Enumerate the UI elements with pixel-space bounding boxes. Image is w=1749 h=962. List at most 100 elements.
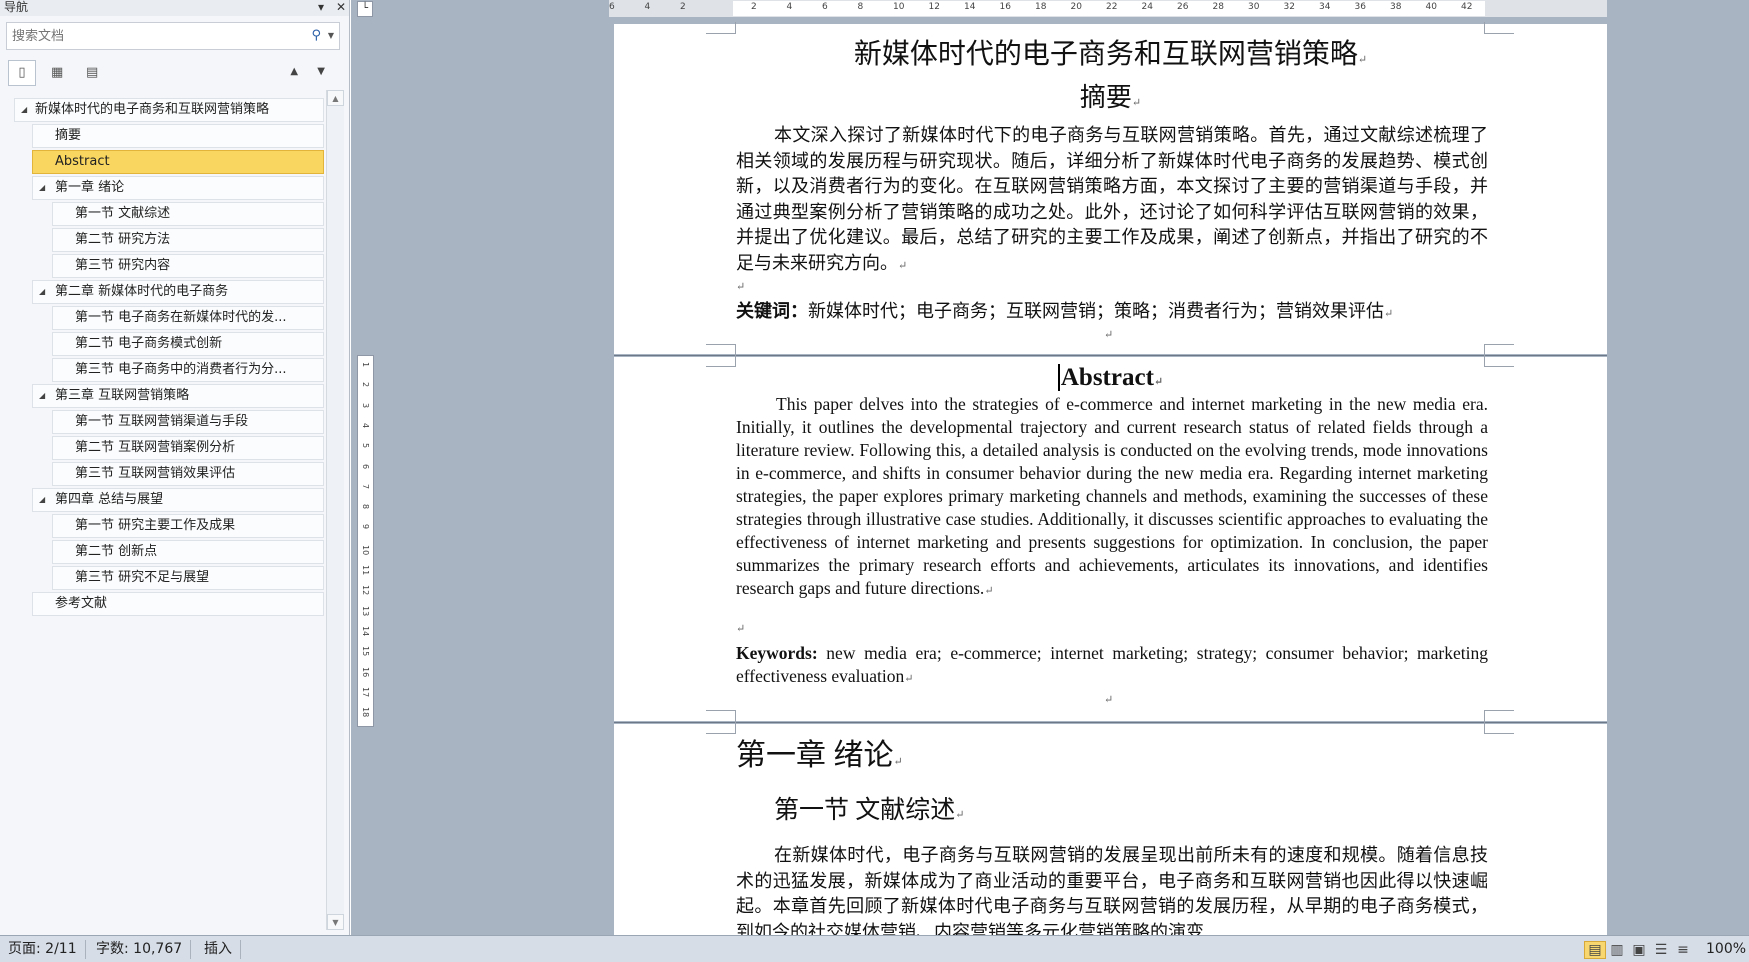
heading-tree-label: 第一节 研究主要工作及成果 xyxy=(75,518,236,533)
heading-tree-item[interactable]: ◢ 第二章 新媒体时代的电子商务 xyxy=(32,280,324,304)
heading-tree-item[interactable]: ◢ 新媒体时代的电子商务和互联网营销策略 xyxy=(14,98,324,122)
ruler-tick-label: 40 xyxy=(1425,2,1437,12)
ruler-tick-label: 2 xyxy=(751,2,757,12)
ruler-tick-label: 4 xyxy=(644,2,651,12)
heading-tree-item[interactable]: ◢ 第一章 绪论 xyxy=(32,176,324,200)
heading-tree-label: Abstract xyxy=(55,154,110,169)
document-page-2[interactable]: Abstract↵ This paper delves into the str… xyxy=(614,355,1607,722)
word-count[interactable]: 字数: 10,767 xyxy=(96,940,192,959)
ruler-tick-label: 14 xyxy=(361,625,370,637)
ruler-tick-label: 10 xyxy=(361,544,370,555)
document-page-3[interactable]: 第一章 绪论↵ 第一节 文献综述↵ 在新媒体时代，电子商务与互联网营销的发展呈现… xyxy=(614,722,1607,942)
ruler-tick-label: 9 xyxy=(361,524,370,530)
search-input[interactable] xyxy=(7,23,297,49)
heading-tree-label: 第三节 电子商务中的消费者行为分... xyxy=(75,362,287,377)
heading-tree-item[interactable]: 第二节 研究方法 xyxy=(52,228,324,252)
ruler-tick-label: 2 xyxy=(361,382,370,388)
expand-collapse-icon[interactable]: ◢ xyxy=(39,281,45,303)
expand-collapse-icon[interactable]: ◢ xyxy=(39,385,45,407)
expand-collapse-icon[interactable]: ◢ xyxy=(39,489,45,511)
ruler-tick-label: 18 xyxy=(361,707,370,718)
abstract-zh-body: 本文深入探讨了新媒体时代下的电子商务与互联网营销策略。首先，通过文献综述梳理了相… xyxy=(736,125,1488,273)
heading-tree-item[interactable]: 第三节 电子商务中的消费者行为分... xyxy=(52,358,324,382)
abstract-en-body: This paper delves into the strategies of… xyxy=(736,394,1488,598)
expand-collapse-icon[interactable]: ◢ xyxy=(21,99,27,121)
ruler-tick-label: 13 xyxy=(361,605,370,616)
ruler-tick-label: 1 xyxy=(361,362,370,368)
chapter-1-heading: 第一章 绪论↵ xyxy=(736,739,903,772)
nav-pane-menu-icon[interactable]: ▾ xyxy=(318,0,324,15)
scroll-down-icon[interactable]: ▼ xyxy=(327,914,344,930)
heading-tree-item[interactable]: 第二节 创新点 xyxy=(52,540,324,564)
outline-icon[interactable]: ☰ xyxy=(1650,942,1672,958)
next-heading-icon[interactable]: ▼ xyxy=(317,66,325,77)
expand-collapse-icon[interactable]: ◢ xyxy=(39,177,45,199)
draft-icon[interactable]: ≡ xyxy=(1672,942,1694,958)
view-buttons: ▤ ▥ ▣ ☰ ≡ xyxy=(1584,941,1694,959)
ruler-tick-label: 14 xyxy=(964,2,976,12)
nav-scrollbar[interactable]: ▲ ▼ xyxy=(326,90,344,930)
heading-tree-label: 第四章 总结与展望 xyxy=(55,492,164,507)
nav-view-tabs: ▯ ▦ ▤ xyxy=(8,60,108,88)
heading-tree-item[interactable]: 第一节 文献综述 xyxy=(52,202,324,226)
heading-tree-item[interactable]: Abstract xyxy=(32,150,324,174)
heading-tree-item[interactable]: 第二节 互联网营销案例分析 xyxy=(52,436,324,460)
ruler-tick-label: 24 xyxy=(1141,2,1153,12)
ruler-tick-label: 4 xyxy=(361,422,370,428)
ruler-tick-label: 12 xyxy=(928,2,940,12)
nav-pane-header: 导航 ▾ ✕ xyxy=(0,0,349,16)
ruler-tick-label: 2 xyxy=(680,2,686,12)
pages-view-tab[interactable]: ▦ xyxy=(43,60,71,86)
print-layout-icon[interactable]: ▤ xyxy=(1584,941,1606,959)
vertical-ruler[interactable]: 1 2 3 4 5 6 7 8 9 10 11 12 13 14 15 16 17 18 xyxy=(357,355,374,727)
heading-tree-item[interactable]: ◢ 第三章 互联网营销策略 xyxy=(32,384,324,408)
heading-tree-item[interactable]: 第三节 研究不足与展望 xyxy=(52,566,324,590)
nav-arrows: ▲ ▼ xyxy=(274,66,325,77)
keywords-en: Keywords: new media era; e-commerce; int… xyxy=(736,643,1489,686)
heading-tree-label: 新媒体时代的电子商务和互联网营销策略 xyxy=(35,102,270,117)
heading-tree-label: 第三章 互联网营销策略 xyxy=(55,388,190,403)
previous-heading-icon[interactable]: ▲ xyxy=(290,66,298,77)
tab-stop-selector[interactable]: └ xyxy=(357,1,373,17)
heading-tree-item[interactable]: 第一节 研究主要工作及成果 xyxy=(52,514,324,538)
ruler-tick-label: 15 xyxy=(361,646,370,657)
heading-tree-label: 第三节 研究不足与展望 xyxy=(75,570,210,585)
heading-tree-label: 参考文献 xyxy=(55,596,108,611)
insert-mode[interactable]: 插入 xyxy=(204,940,241,959)
heading-tree-item[interactable]: 第三节 互联网营销效果评估 xyxy=(52,462,324,486)
headings-view-tab[interactable]: ▯ xyxy=(8,60,36,86)
ruler-tick-label: 16 xyxy=(361,666,370,677)
chevron-down-icon[interactable]: ▼ xyxy=(328,31,334,40)
horizontal-ruler[interactable]: 6 4 2 2 4 6 8 10 12 14 16 18 20 22 24 26 28 30 32 34 36 38 40 4… xyxy=(609,0,1607,17)
heading-tree-item[interactable]: ◢ 第四章 总结与展望 xyxy=(32,488,324,512)
heading-tree-item[interactable]: 第三节 研究内容 xyxy=(52,254,324,278)
heading-tree-item[interactable]: 第一节 互联网营销渠道与手段 xyxy=(52,410,324,434)
scroll-up-icon[interactable]: ▲ xyxy=(327,90,344,106)
web-layout-icon[interactable]: ▣ xyxy=(1628,942,1650,958)
search-icon[interactable]: ⚲ xyxy=(311,28,321,43)
heading-tree-label: 第一节 互联网营销渠道与手段 xyxy=(75,414,249,429)
ruler-tick-label: 12 xyxy=(361,585,370,596)
ruler-tick-label: 17 xyxy=(361,686,370,697)
heading-tree-item[interactable]: 摘要 xyxy=(32,124,324,148)
heading-tree-label: 第三节 互联网营销效果评估 xyxy=(75,466,236,481)
ruler-tick-label: 8 xyxy=(857,2,864,12)
ruler-tick-label: 6 xyxy=(609,2,615,12)
zoom-level[interactable]: 100% xyxy=(1706,940,1746,959)
results-view-tab[interactable]: ▤ xyxy=(78,60,106,86)
heading-tree-item[interactable]: 第二节 电子商务模式创新 xyxy=(52,332,324,356)
heading-tree-label: 摘要 xyxy=(55,128,82,143)
nav-pane-title: 导航 xyxy=(4,0,29,14)
page-count[interactable]: 页面: 2/11 xyxy=(8,940,86,959)
ruler-tick-label: 3 xyxy=(361,402,370,408)
full-screen-reading-icon[interactable]: ▥ xyxy=(1606,942,1628,958)
ruler-tick-label: 30 xyxy=(1248,2,1260,12)
heading-tree-item[interactable]: 第一节 电子商务在新媒体时代的发... xyxy=(52,306,324,330)
heading-tree: ◢ 新媒体时代的电子商务和互联网营销策略 摘要 Abstract ◢ 第一章 绪论 第一节 … xyxy=(8,98,324,618)
ruler-tick-label: 38 xyxy=(1390,2,1402,12)
document-page-1[interactable]: 新媒体时代的电子商务和互联网营销策略↵ 摘要↵ 本文深入探讨了新媒体时代下的电子… xyxy=(614,22,1607,356)
ruler-tick-label: 18 xyxy=(1035,2,1047,12)
heading-tree-item[interactable]: 参考文献 xyxy=(32,592,324,616)
close-icon[interactable]: ✕ xyxy=(336,0,346,15)
heading-tree-label: 第二节 电子商务模式创新 xyxy=(75,336,223,351)
